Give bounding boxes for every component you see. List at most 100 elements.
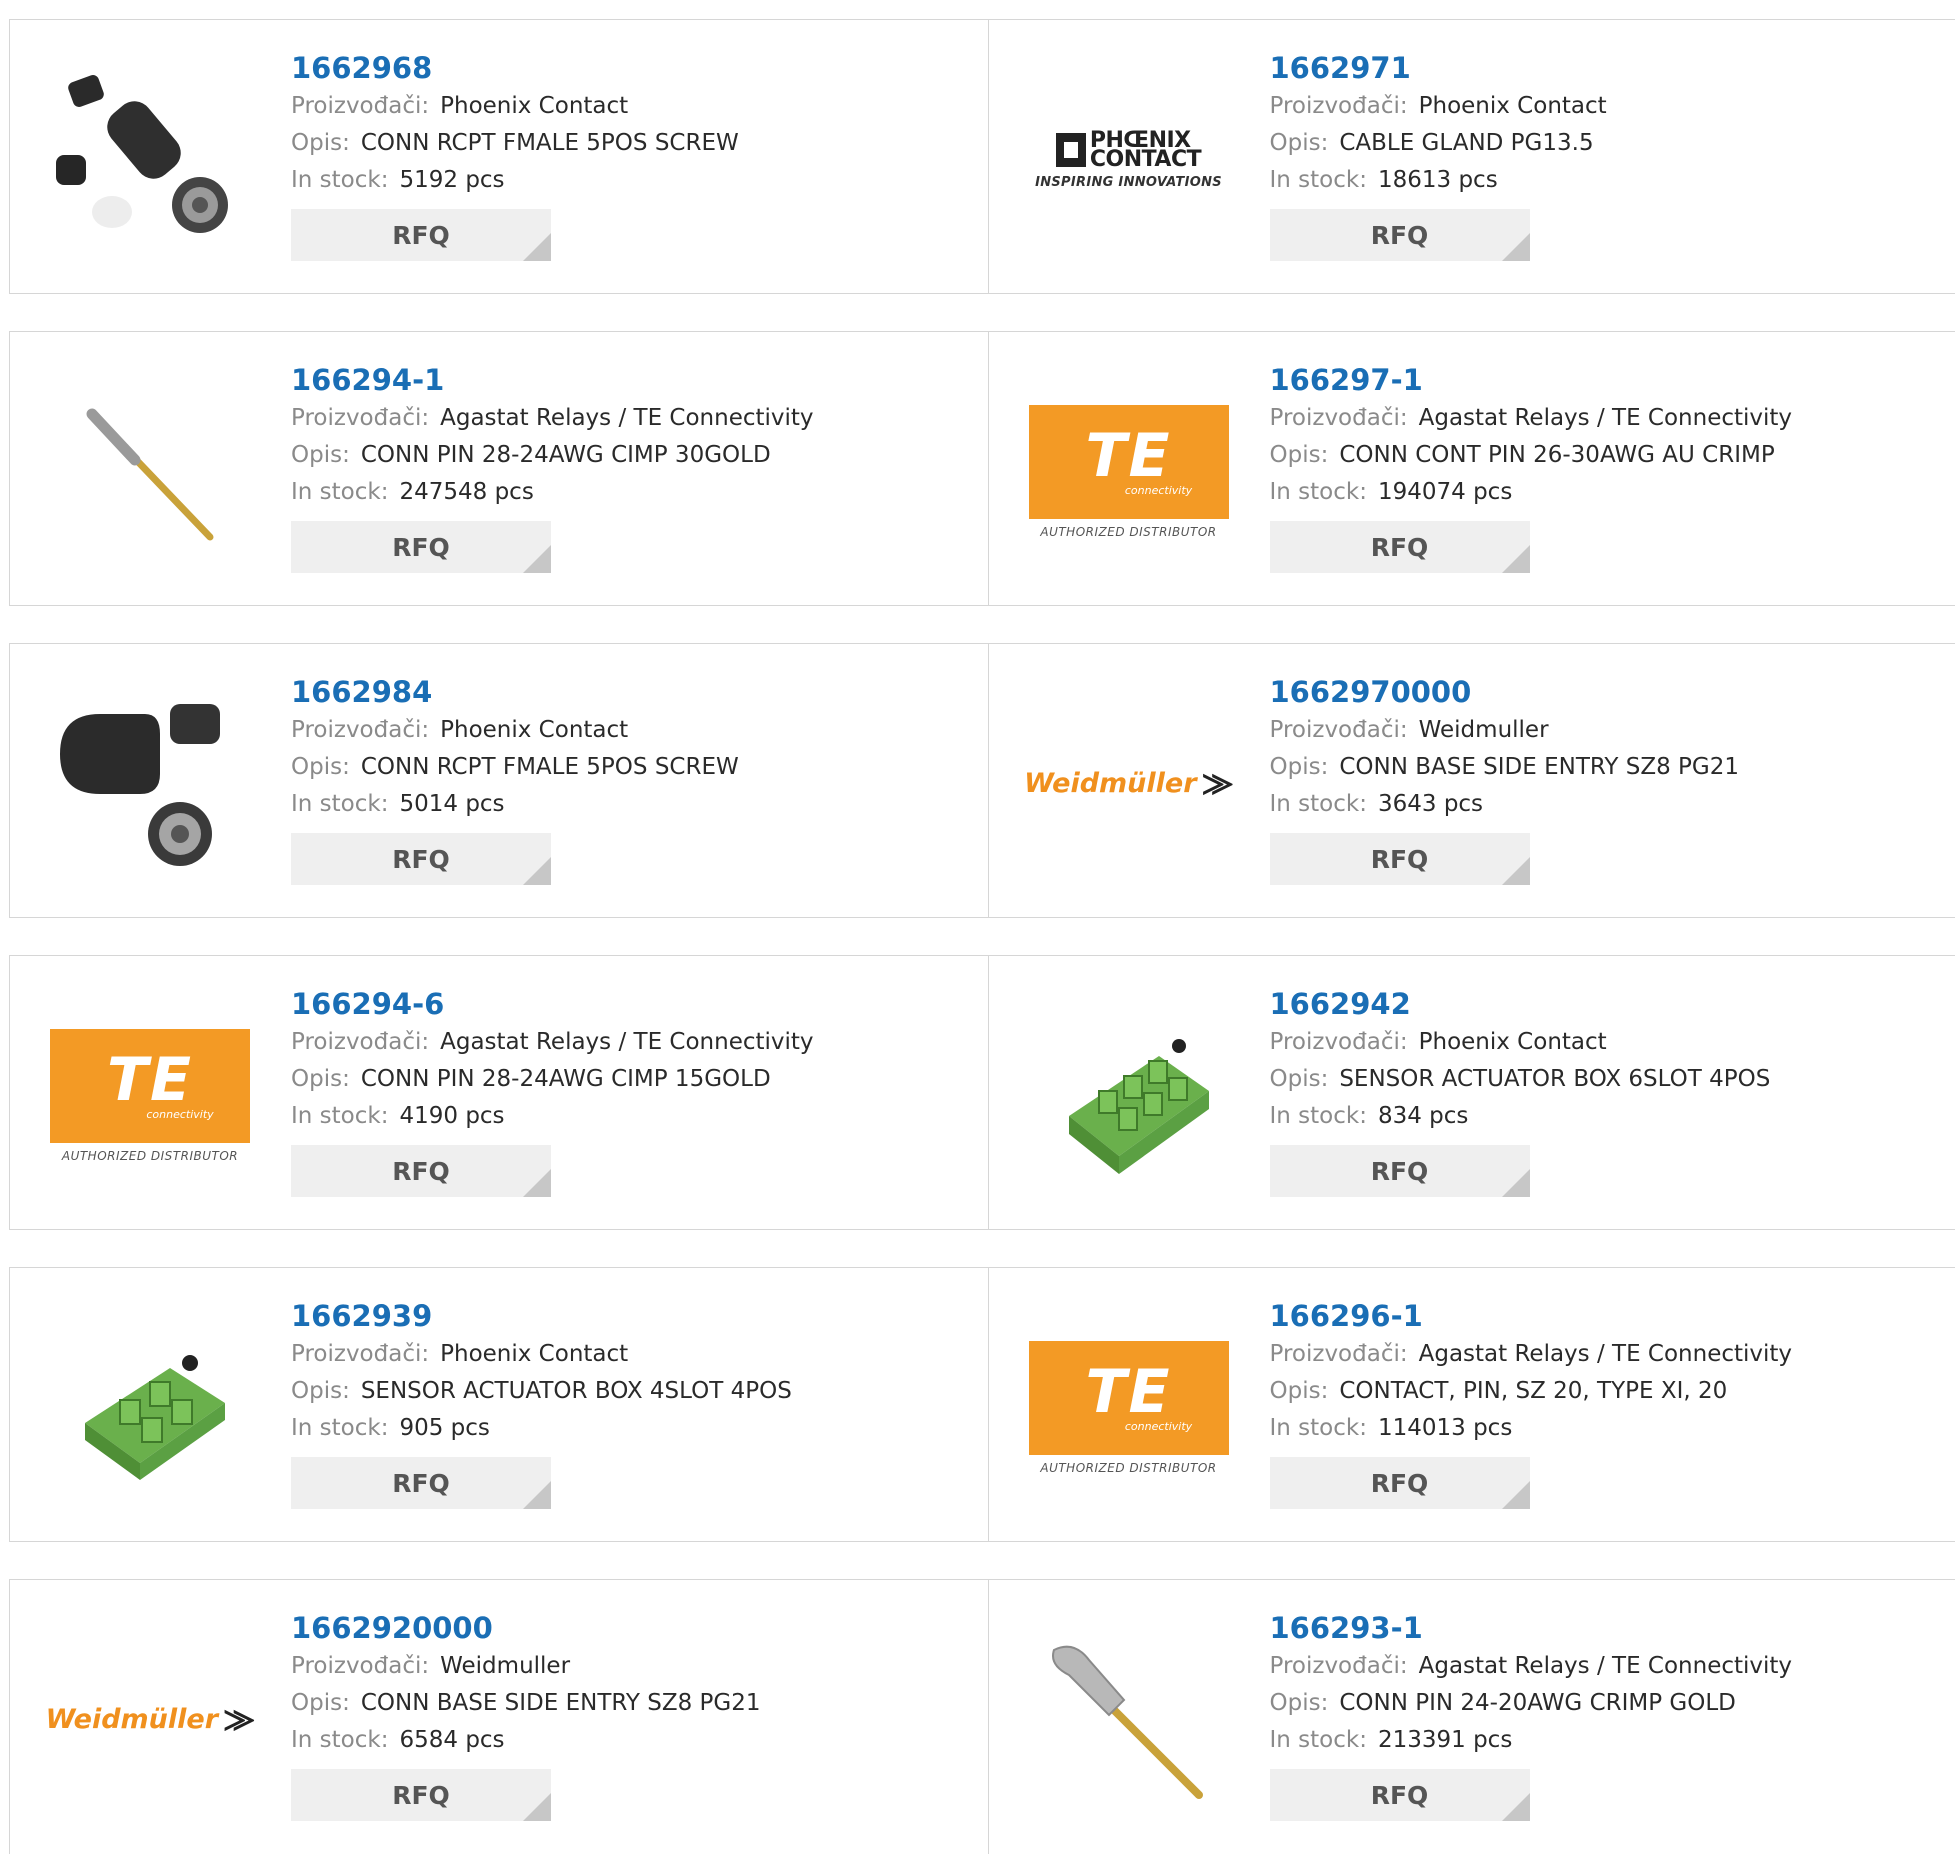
product-image-crimp-pin-large[interactable] — [1029, 1620, 1229, 1820]
manufacturer-value: Phoenix Contact — [440, 717, 628, 743]
description-line: Opis:CONN CONT PIN 26-30AWG AU CRIMP — [1270, 437, 1793, 474]
rfq-button[interactable]: RFQ — [1270, 209, 1530, 261]
product-info: 1662970000 Proizvođači:Weidmuller Opis:C… — [1270, 672, 1740, 885]
description-line: Opis:CONN PIN 28-24AWG CIMP 30GOLD — [291, 437, 814, 474]
manufacturer-label: Proizvođači: — [291, 1341, 429, 1367]
product-image-connector-angled[interactable] — [50, 684, 250, 884]
rfq-button[interactable]: RFQ — [1270, 521, 1530, 573]
stock-line: In stock:3643 pcs — [1270, 786, 1740, 823]
manufacturer-value: Agastat Relays / TE Connectivity — [440, 405, 813, 431]
phoenix-mark-icon — [1056, 133, 1086, 167]
description-label: Opis: — [1270, 130, 1329, 156]
stock-line: In stock:905 pcs — [291, 1410, 792, 1447]
product-info: 1662968 Proizvođači:Phoenix Contact Opis… — [291, 48, 739, 261]
stock-line: In stock:213391 pcs — [1270, 1722, 1793, 1759]
rfq-button[interactable]: RFQ — [291, 1769, 551, 1821]
description-value: CONN BASE SIDE ENTRY SZ8 PG21 — [361, 1690, 761, 1716]
description-line: Opis:SENSOR ACTUATOR BOX 6SLOT 4POS — [1270, 1061, 1771, 1098]
part-number-link[interactable]: 166293-1 — [1270, 1608, 1793, 1648]
part-number-link[interactable]: 1662968 — [291, 48, 739, 88]
product-info: 1662971 Proizvođači:Phoenix Contact Opis… — [1270, 48, 1607, 261]
weidmuller-logo[interactable]: Weidmüller⨠ — [50, 1620, 250, 1820]
description-label: Opis: — [291, 1690, 350, 1716]
product-image-connector-kit[interactable] — [50, 60, 250, 260]
product-card: TEconnectivity AUTHORIZED DISTRIBUTOR 16… — [988, 332, 1955, 605]
stock-label: In stock: — [1270, 1103, 1367, 1129]
phoenix-contact-logo[interactable]: PHŒNIXCONTACT INSPIRING INNOVATIONS — [1029, 60, 1229, 260]
product-info: 166293-1 Proizvođači:Agastat Relays / TE… — [1270, 1608, 1793, 1821]
product-card: PHŒNIXCONTACT INSPIRING INNOVATIONS 1662… — [988, 20, 1955, 293]
part-number-link[interactable]: 1662970000 — [1270, 672, 1740, 712]
product-card: 1662939 Proizvođači: Phoenix Contact Opis… — [10, 1268, 988, 1541]
part-number-link[interactable]: 166294-6 — [291, 984, 814, 1024]
product-card: 166293-1 Proizvođači:Agastat Relays / TE… — [988, 1580, 1955, 1854]
stock-value: 5192 pcs — [399, 167, 504, 193]
rfq-button[interactable]: RFQ — [1270, 833, 1530, 885]
part-number-link[interactable]: 1662971 — [1270, 48, 1607, 88]
rfq-button[interactable]: RFQ — [291, 1457, 551, 1509]
part-number-link[interactable]: 1662920000 — [291, 1608, 761, 1648]
manufacturer-value: Phoenix Contact — [440, 1341, 628, 1367]
description-value: CONN PIN 28-24AWG CIMP 30GOLD — [361, 442, 771, 468]
part-number-link[interactable]: 1662939 — [291, 1296, 792, 1336]
product-image-crimp-pin[interactable] — [50, 372, 250, 572]
part-number-link[interactable]: 166294-1 — [291, 360, 814, 400]
manufacturer-label: Proizvođači: — [291, 1029, 429, 1055]
product-info: 1662984 Proizvođači:Phoenix Contact Opis… — [291, 672, 739, 885]
manufacturer-value: Weidmuller — [1419, 717, 1549, 743]
stock-value: 5014 pcs — [399, 791, 504, 817]
weidmuller-mark-icon: ⨠ — [224, 1705, 254, 1735]
te-connectivity-logo[interactable]: TEconnectivity AUTHORIZED DISTRIBUTOR — [50, 996, 250, 1196]
part-number-link[interactable]: 166296-1 — [1270, 1296, 1793, 1336]
manufacturer-line: Proizvođači:Weidmuller — [291, 1648, 761, 1685]
description-value: CABLE GLAND PG13.5 — [1339, 130, 1593, 156]
rfq-button[interactable]: RFQ — [291, 521, 551, 573]
product-card: TEconnectivity AUTHORIZED DISTRIBUTOR 16… — [988, 1268, 1955, 1541]
description-line: Opis:CONN PIN 24-20AWG CRIMP GOLD — [1270, 1685, 1793, 1722]
te-logo-subtext: connectivity — [146, 1108, 213, 1121]
manufacturer-line: Proizvođači:Agastat Relays / TE Connecti… — [1270, 400, 1793, 437]
product-info: 1662939 Proizvođači: Phoenix Contact Opis… — [291, 1296, 792, 1509]
manufacturer-label: Proizvođači: — [1270, 717, 1408, 743]
rfq-button[interactable]: RFQ — [291, 1145, 551, 1197]
te-connectivity-logo[interactable]: TEconnectivity AUTHORIZED DISTRIBUTOR — [1029, 372, 1229, 572]
phoenix-logo-line2: CONTACT — [1090, 150, 1201, 169]
stock-label: In stock: — [1270, 1415, 1367, 1441]
manufacturer-line: Proizvođači:Phoenix Contact — [291, 88, 739, 125]
description-line: Opis: CABLE GLAND PG13.5 — [1270, 125, 1607, 162]
rfq-button[interactable]: RFQ — [1270, 1769, 1530, 1821]
stock-label: In stock: — [291, 479, 388, 505]
manufacturer-value: Phoenix Contact — [1419, 93, 1607, 119]
weidmuller-logo[interactable]: Weidmüller⨠ — [1029, 684, 1229, 884]
stock-value: 247548 pcs — [399, 479, 533, 505]
product-info: 166294-1 Proizvođači:Agastat Relays / TE… — [291, 360, 814, 573]
description-value: CONN PIN 24-20AWG CRIMP GOLD — [1339, 1690, 1736, 1716]
description-value: CONN RCPT FMALE 5POS SCREW — [361, 130, 739, 156]
product-image-sensor-box-6[interactable] — [1029, 996, 1229, 1196]
rfq-button[interactable]: RFQ — [1270, 1457, 1530, 1509]
rfq-button[interactable]: RFQ — [291, 209, 551, 261]
description-line: Opis:CONN RCPT FMALE 5POS SCREW — [291, 125, 739, 162]
description-label: Opis: — [1270, 1066, 1329, 1092]
description-label: Opis: — [291, 1378, 350, 1404]
part-number-link[interactable]: 1662984 — [291, 672, 739, 712]
manufacturer-label: Proizvođači: — [291, 93, 429, 119]
product-row: TEconnectivity AUTHORIZED DISTRIBUTOR 16… — [9, 955, 1955, 1230]
product-card: 1662968 Proizvođači:Phoenix Contact Opis… — [10, 20, 988, 293]
rfq-button[interactable]: RFQ — [291, 833, 551, 885]
manufacturer-label: Proizvođači: — [1270, 1341, 1408, 1367]
description-label: Opis: — [1270, 754, 1329, 780]
description-label: Opis: — [1270, 442, 1329, 468]
stock-line: In stock:5014 pcs — [291, 786, 739, 823]
te-connectivity-logo[interactable]: TEconnectivity AUTHORIZED DISTRIBUTOR — [1029, 1308, 1229, 1508]
rfq-button[interactable]: RFQ — [1270, 1145, 1530, 1197]
description-value: CONTACT, PIN, SZ 20, TYPE XI, 20 — [1339, 1378, 1727, 1404]
manufacturer-line: Proizvođači:Phoenix Contact — [1270, 88, 1607, 125]
stock-label: In stock: — [1270, 167, 1367, 193]
description-value: SENSOR ACTUATOR BOX 4SLOT 4POS — [361, 1378, 792, 1404]
part-number-link[interactable]: 166297-1 — [1270, 360, 1793, 400]
part-number-link[interactable]: 1662942 — [1270, 984, 1771, 1024]
product-image-sensor-box-4[interactable] — [50, 1308, 250, 1508]
product-info: 166297-1 Proizvođači:Agastat Relays / TE… — [1270, 360, 1793, 573]
product-card: 1662942 Proizvođači:Phoenix Contact Opis… — [988, 956, 1955, 1229]
